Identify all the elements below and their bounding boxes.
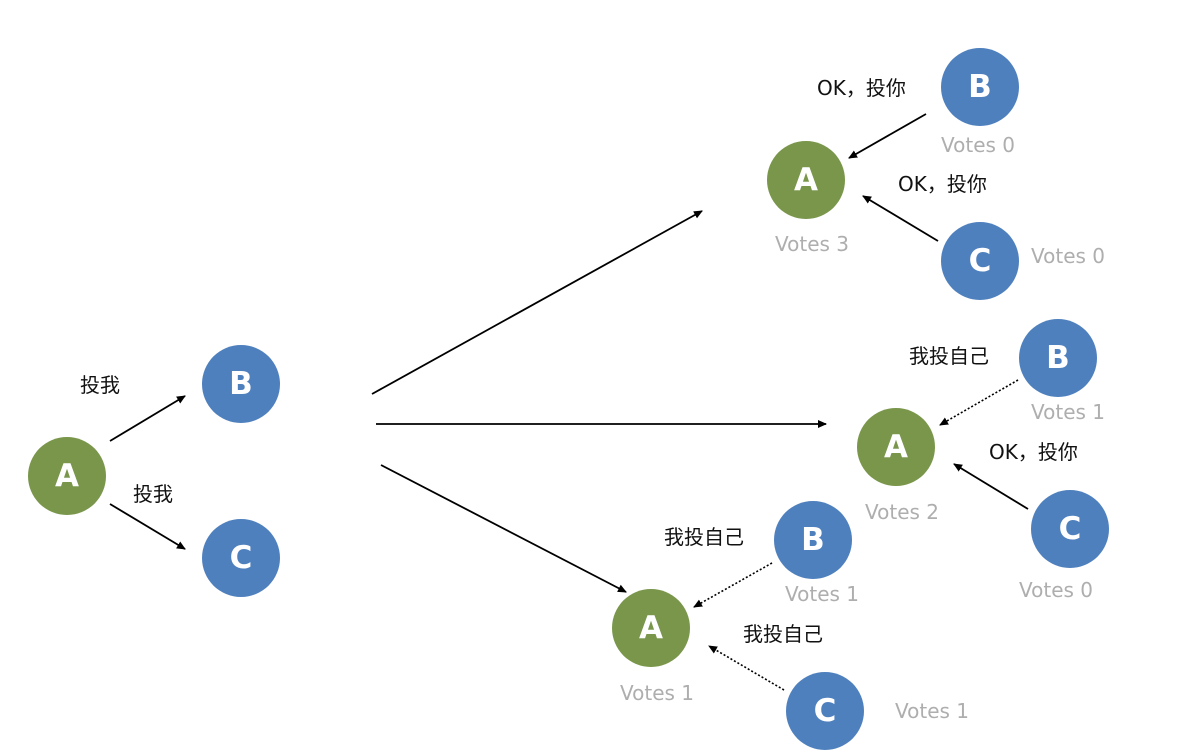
scenario-middle: 我投自己 OK，投你 A Votes 2 B Votes 1 C Votes 0 [857,319,1109,602]
diagram-canvas: 投我 投我 A B C OK，投你 OK，投你 A Votes 3 B Vote… [28,48,1109,750]
votes-c: Votes 0 [1031,244,1105,268]
node-a-label: A [55,458,79,494]
message-c: 我投自己 [743,622,823,646]
votes-b: Votes 1 [1031,400,1105,424]
votes-a: Votes 3 [775,232,849,256]
scenario-bottom: 我投自己 我投自己 A Votes 1 B Votes 1 C Votes 1 [612,501,969,750]
initial-state: 投我 投我 A B C [28,345,280,597]
edge-a-to-c [109,503,186,550]
message-b: OK，投你 [817,76,906,100]
edge-c-to-a [708,645,785,691]
node-a-label: A [794,162,818,198]
votes-c: Votes 1 [895,699,969,723]
message-c: OK，投你 [989,440,1078,464]
branch-arrow-bottom [380,464,627,593]
node-c-label: C [814,693,837,729]
message-b: 我投自己 [664,525,744,549]
edge-b-to-a [693,562,773,608]
scenario-top: OK，投你 OK，投你 A Votes 3 B Votes 0 C Votes … [767,48,1105,300]
votes-b: Votes 0 [941,133,1015,157]
edge-a-to-b [109,395,186,442]
message-a-to-b: 投我 [80,373,120,397]
branch-arrow-top [371,210,703,395]
edge-c-to-a [862,195,939,242]
message-a-to-c: 投我 [133,482,173,506]
votes-a: Votes 1 [620,681,694,705]
node-b-label: B [229,366,253,402]
election-diagram: 投我 投我 A B C OK，投你 OK，投你 A Votes 3 B Vote… [0,0,1184,752]
edge-b-to-a [848,113,927,159]
node-b-label: B [968,69,992,105]
branch-arrows [371,210,827,593]
node-c-label: C [1059,511,1082,547]
message-b: 我投自己 [909,344,989,368]
edge-c-to-a [953,463,1029,510]
node-b-label: B [1046,340,1070,376]
votes-a: Votes 2 [865,500,939,524]
node-a-label: A [639,610,663,646]
node-b-label: B [801,522,825,558]
votes-b: Votes 1 [785,582,859,606]
node-a-label: A [884,429,908,465]
votes-c: Votes 0 [1019,578,1093,602]
node-c-label: C [969,243,992,279]
message-c: OK，投你 [898,172,987,196]
node-c-label: C [230,540,253,576]
edge-b-to-a [939,379,1019,426]
